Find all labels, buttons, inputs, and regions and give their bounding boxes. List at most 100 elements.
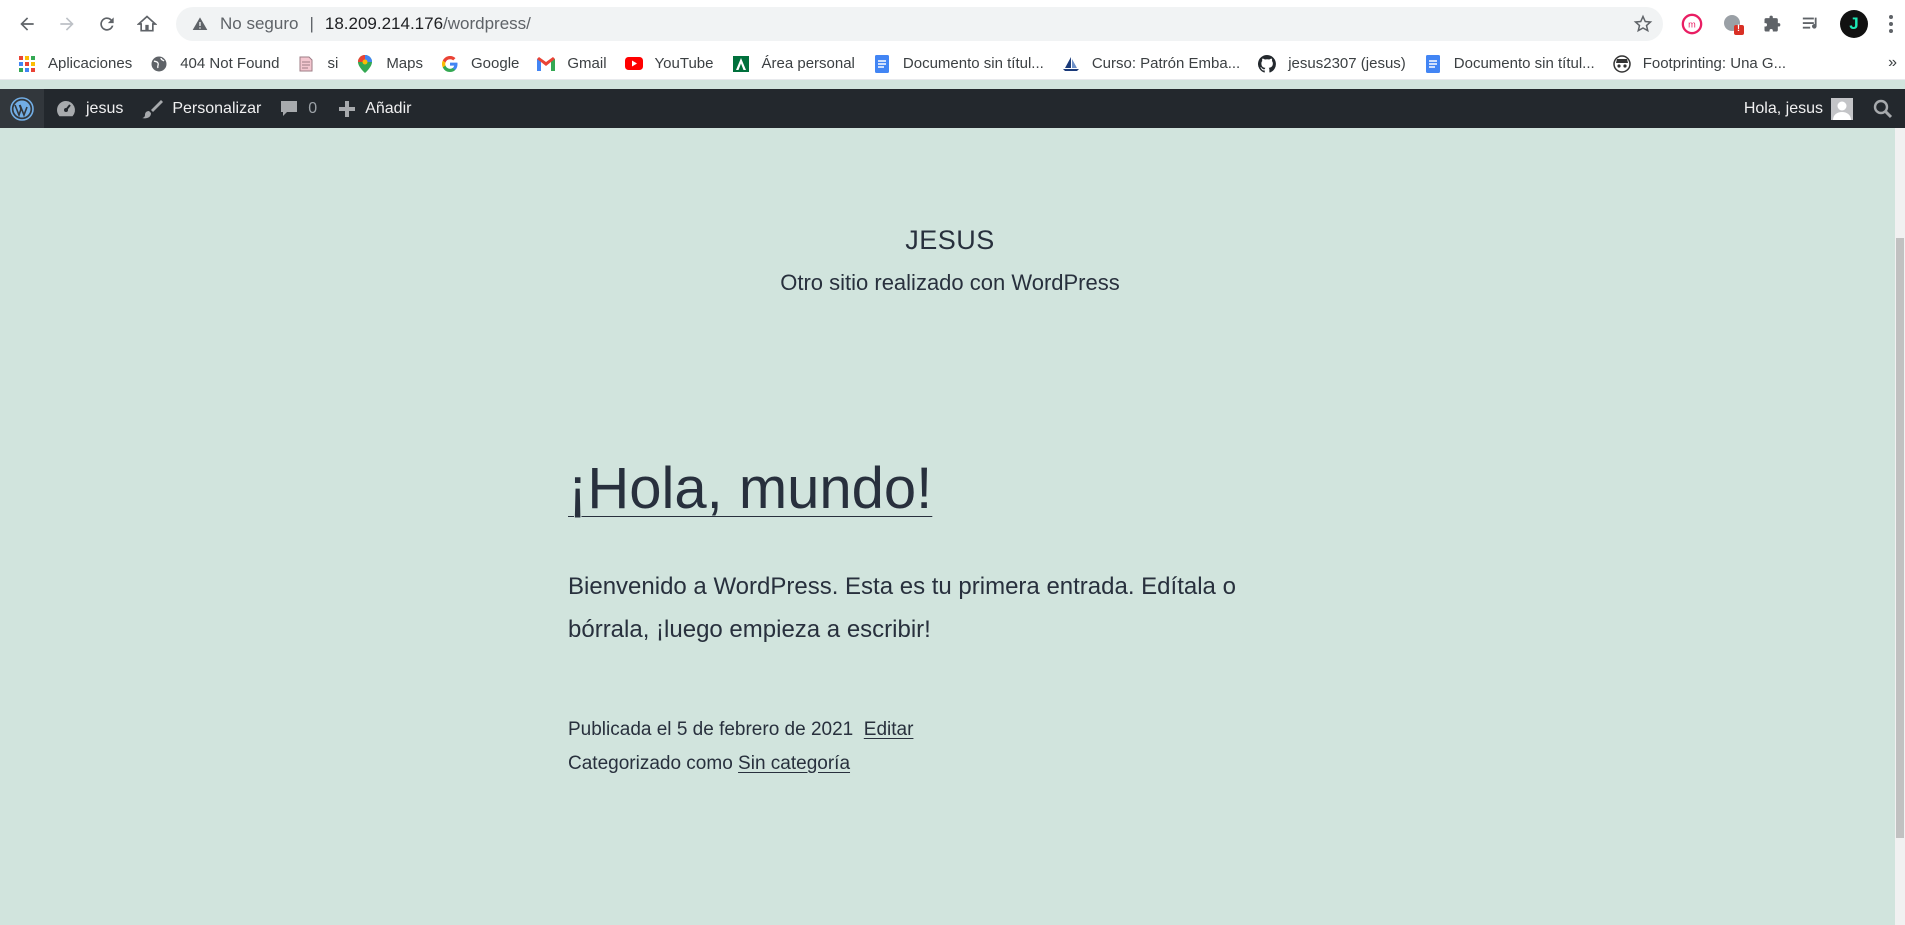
bookmark-label: 404 Not Found (180, 55, 280, 72)
more-bookmarks-button[interactable]: » (1888, 54, 1897, 72)
plus-icon (339, 100, 356, 117)
bookmark-gmail[interactable]: Gmail (537, 55, 607, 73)
admin-bar-add-new[interactable]: Añadir (326, 89, 420, 128)
extension-alert-icon[interactable]: ! (1721, 12, 1745, 36)
bookmark-documento-1[interactable]: Documento sin títul... (873, 54, 1044, 73)
site-name-label: jesus (86, 99, 124, 117)
bookmark-label: YouTube (654, 55, 714, 72)
bookmark-star-icon[interactable] (1633, 14, 1653, 34)
arrow-left-icon (20, 17, 34, 31)
bookmark-label: Documento sin títul... (902, 55, 1044, 72)
media-control-icon[interactable] (1800, 12, 1824, 36)
forward-button[interactable] (47, 4, 87, 44)
profile-avatar[interactable]: J (1840, 10, 1868, 38)
comment-bubble-icon (281, 100, 298, 116)
edit-post-link[interactable]: Editar (864, 719, 914, 740)
post-content: Bienvenido a WordPress. Esta es tu prime… (568, 573, 1236, 643)
home-icon (137, 15, 157, 32)
post-date[interactable]: 5 de febrero de 2021 (677, 719, 853, 740)
reload-button[interactable] (87, 4, 127, 44)
extension-badge: ! (1737, 23, 1740, 33)
insecure-label[interactable]: No seguro (220, 14, 298, 34)
post-category-line: Categorizado como Sin categoría (568, 747, 913, 781)
address-bar[interactable]: No seguro | 18.209.214.176 /wordpress/ (176, 7, 1663, 41)
maps-pin-icon (356, 54, 374, 73)
home-button[interactable] (127, 4, 167, 44)
bookmark-label: Aplicaciones (48, 55, 133, 72)
sail-icon (1062, 55, 1080, 73)
wordpress-logo-icon (10, 96, 34, 121)
bookmark-label: Footprinting: Una G... (1642, 55, 1787, 72)
category-prefix: Categorizado como (568, 753, 733, 774)
admin-bar-comments[interactable]: 0 (270, 89, 326, 128)
andalucia-icon (732, 55, 750, 73)
customize-label: Personalizar (172, 99, 262, 117)
globe-icon (150, 55, 168, 73)
bookmark-label: Google (471, 55, 520, 72)
bookmark-label: Curso: Patrón Emba... (1091, 55, 1241, 72)
arrow-right-icon (60, 17, 74, 31)
site-title[interactable]: JESUS (0, 225, 1900, 256)
bookmark-apps[interactable]: Aplicaciones (18, 55, 132, 73)
gmail-icon (537, 55, 556, 73)
bookmark-maps[interactable]: Maps (356, 54, 423, 73)
bookmark-footprinting[interactable]: Footprinting: Una G... (1612, 54, 1787, 73)
user-avatar (1831, 97, 1853, 120)
bookmark-label: Maps (386, 55, 423, 72)
bookmark-area-personal[interactable]: Área personal (732, 55, 855, 73)
page-icon (297, 55, 315, 73)
bookmark-label: Área personal (761, 55, 855, 72)
post-title-link[interactable]: ¡Hola, mundo! (568, 455, 932, 522)
bookmark-404[interactable]: 404 Not Found (150, 55, 279, 73)
greeting-label: Hola, jesus (1743, 99, 1823, 117)
bookmark-google[interactable]: Google (441, 55, 519, 73)
add-new-label: Añadir (365, 99, 412, 117)
comments-count: 0 (308, 99, 318, 117)
bookmark-label: Gmail (567, 55, 607, 72)
profile-initial: J (1849, 14, 1859, 33)
my-account-menu[interactable]: Hola, jesus (1735, 89, 1861, 128)
admin-bar-search[interactable] (1861, 89, 1905, 128)
spy-icon (1612, 54, 1631, 73)
bookmark-label: si (327, 55, 339, 72)
extension-m-icon[interactable]: m (1680, 12, 1704, 36)
admin-bar-site-name[interactable]: jesus (44, 89, 132, 128)
bookmark-label: jesus2307 (jesus) (1288, 55, 1406, 72)
svg-text:m: m (1688, 20, 1696, 30)
browser-menu-icon[interactable] (1884, 12, 1898, 36)
back-button[interactable] (7, 4, 47, 44)
bookmarks-bar: Aplicaciones 404 Not Found si Maps Googl… (0, 48, 1905, 80)
scrollbar-thumb[interactable] (1896, 238, 1904, 838)
site-description: Otro sitio realizado con WordPress (780, 270, 1120, 295)
google-icon (441, 55, 459, 73)
docs-icon (873, 54, 891, 73)
extensions-puzzle-icon[interactable] (1760, 12, 1784, 36)
url-host: 18.209.214.176 (324, 14, 444, 33)
page-scrollbar[interactable] (1895, 128, 1905, 925)
browser-toolbar: No seguro | 18.209.214.176 /wordpress/ m… (0, 0, 1905, 48)
bookmark-si[interactable]: si (297, 55, 338, 73)
post-meta: Publicada el 5 de febrero de 2021 Editar… (568, 713, 913, 781)
dashboard-gauge-icon (57, 100, 75, 116)
admin-bar-secondary: Hola, jesus (1735, 89, 1905, 128)
reload-icon (100, 17, 114, 31)
bookmark-documento-2[interactable]: Documento sin títul... (1424, 54, 1595, 73)
youtube-icon (624, 55, 643, 73)
warning-icon (190, 14, 210, 34)
wordpress-logo-button[interactable] (0, 89, 44, 128)
separator: | (309, 14, 314, 33)
post-date-line: Publicada el 5 de febrero de 2021 Editar (568, 713, 913, 747)
paintbrush-icon (142, 99, 164, 118)
bookmark-label: Documento sin títul... (1453, 55, 1595, 72)
url-path: /wordpress/ (443, 14, 531, 33)
apps-grid-icon (18, 55, 36, 73)
admin-bar-customize[interactable]: Personalizar (132, 89, 270, 128)
bookmark-curso[interactable]: Curso: Patrón Emba... (1062, 55, 1240, 73)
wp-admin-bar: jesus Personalizar 0 Añadir Hola, jesus (0, 89, 1905, 128)
docs-icon (1424, 54, 1442, 73)
category-link[interactable]: Sin categoría (738, 753, 850, 774)
published-prefix: Publicada el (568, 719, 672, 740)
search-icon (1873, 99, 1893, 118)
bookmark-youtube[interactable]: YouTube (624, 55, 714, 73)
bookmark-github[interactable]: jesus2307 (jesus) (1258, 54, 1406, 73)
